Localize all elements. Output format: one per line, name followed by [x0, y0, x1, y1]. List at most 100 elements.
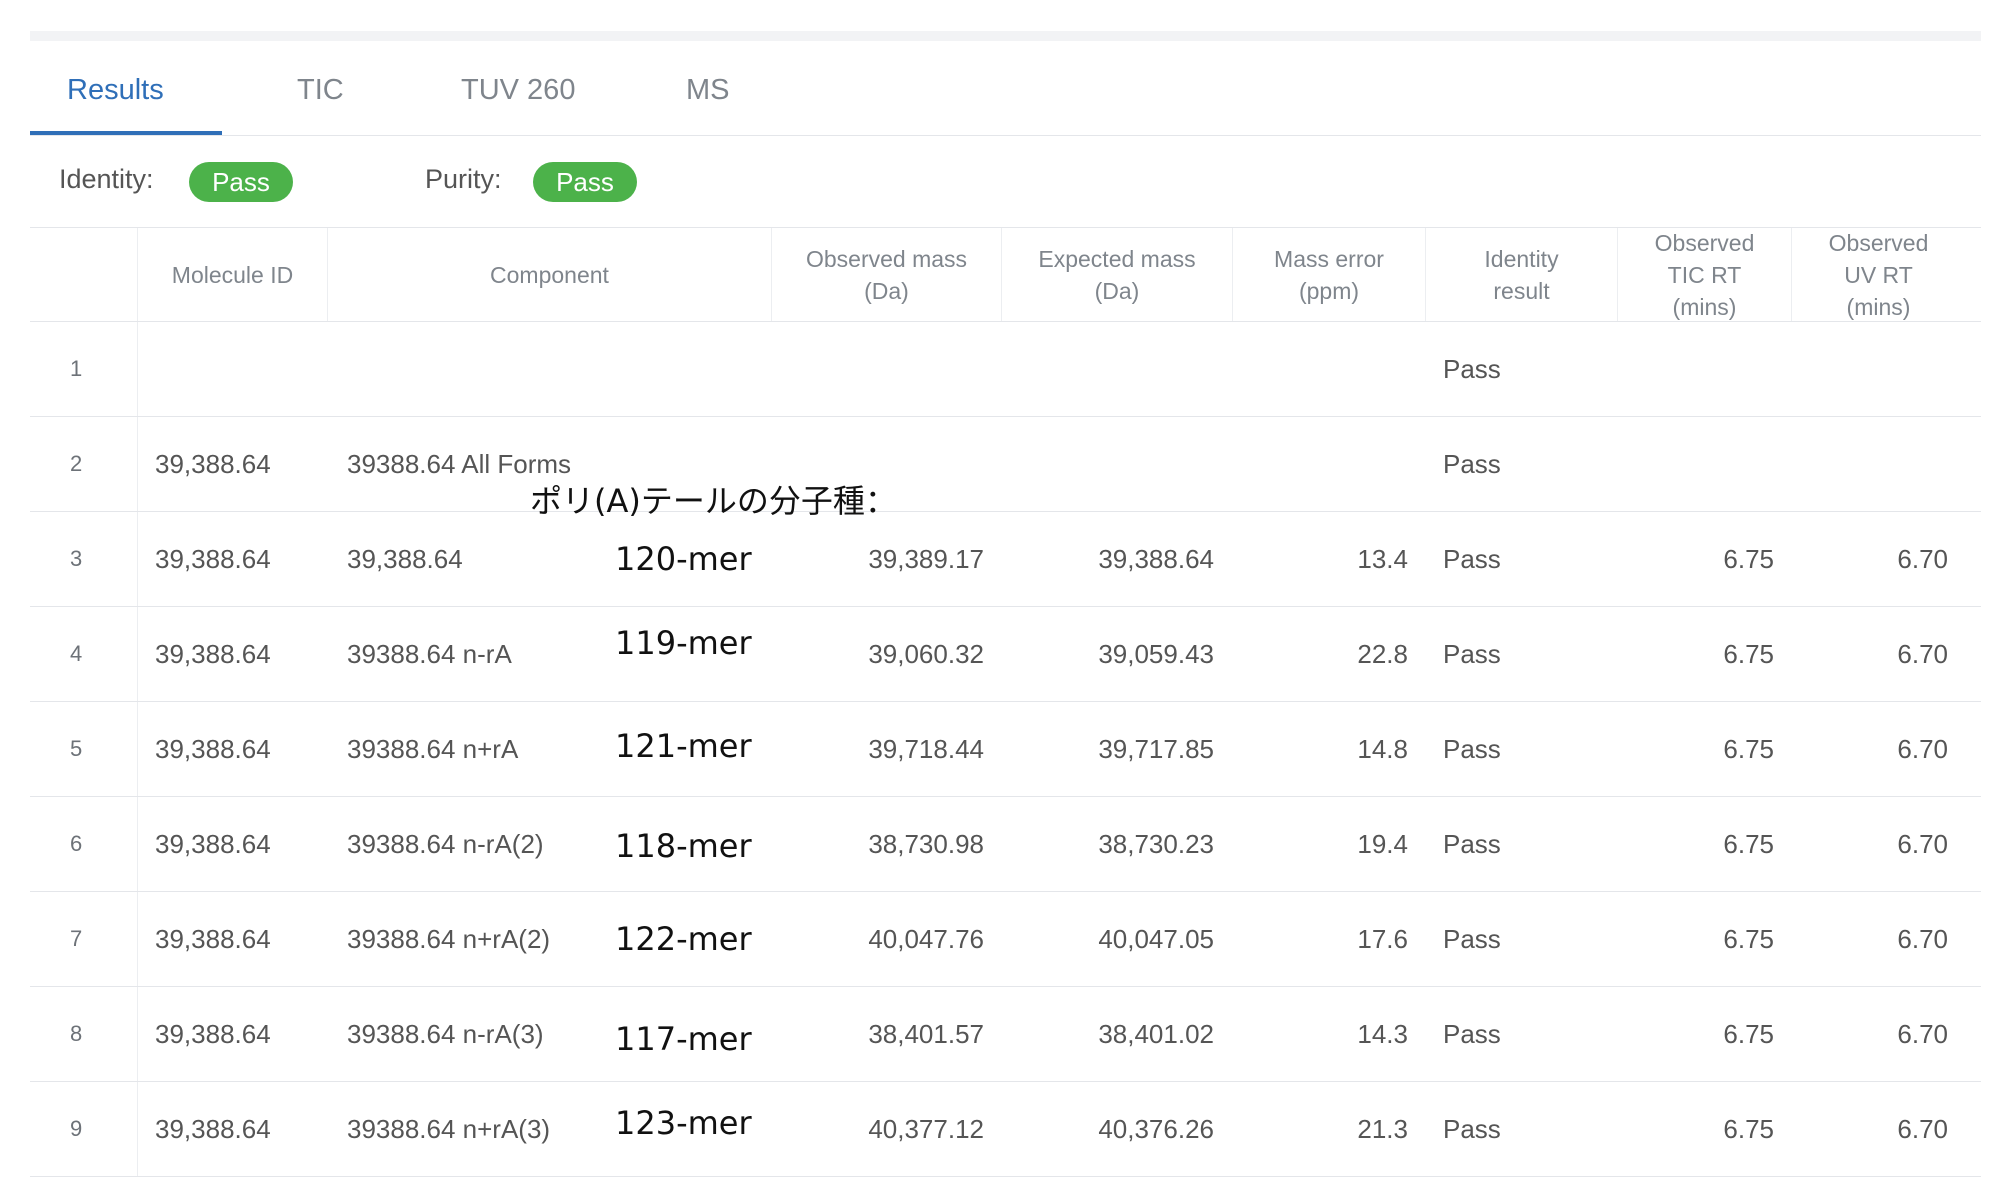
cell-identity: Pass	[1443, 1019, 1501, 1049]
tab-results[interactable]: Results	[67, 57, 164, 135]
identity-status-badge: Pass	[189, 162, 293, 202]
cell-uv-rt: 6.70	[1897, 734, 1948, 764]
cell-mass-error	[1232, 322, 1408, 416]
header-identity-result[interactable]: Identity result	[1425, 228, 1617, 321]
cell-uv-rt: 6.70	[1897, 544, 1948, 574]
table-row[interactable]: 2 39,388.64 39388.64 All Forms Pass	[30, 417, 1981, 512]
cell-mass-error: 14.3	[1357, 1019, 1408, 1049]
cell-uv-rt: 6.70	[1897, 924, 1948, 954]
cell-mass-error: 22.8	[1357, 639, 1408, 669]
cell-observed-mass: 38,730.98	[868, 829, 984, 859]
row-divider	[137, 322, 138, 416]
cell-observed-mass	[771, 322, 984, 416]
cell-mass-error: 13.4	[1357, 544, 1408, 574]
cell-index: 7	[70, 926, 83, 951]
cell-observed-mass: 39,060.32	[868, 639, 984, 669]
cell-index: 8	[70, 1021, 83, 1046]
cell-component: 39388.64 n+rA	[347, 734, 519, 764]
cell-identity: Pass	[1443, 544, 1501, 574]
tab-ms[interactable]: MS	[686, 57, 730, 135]
cell-identity: Pass	[1443, 449, 1501, 479]
table-row[interactable]: 6 39,388.64 39388.64 n-rA(2) 38,730.98 38,73…	[30, 797, 1981, 892]
cell-identity: Pass	[1443, 354, 1501, 384]
cell-tic-rt: 6.75	[1723, 639, 1774, 669]
header-expected-mass[interactable]: Expected mass (Da)	[1001, 228, 1232, 321]
cell-observed-mass: 39,718.44	[868, 734, 984, 764]
header-tic-rt[interactable]: Observed TIC RT (mins)	[1617, 228, 1791, 321]
cell-molecule-id: 39,388.64	[155, 734, 271, 764]
cell-uv-rt: 6.70	[1897, 829, 1948, 859]
cell-identity: Pass	[1443, 1114, 1501, 1144]
cell-expected-mass: 40,376.26	[1098, 1114, 1214, 1144]
cell-tic-rt: 6.75	[1723, 924, 1774, 954]
cell-index: 3	[70, 546, 83, 571]
cell-molecule-id: 39,388.64	[155, 544, 271, 574]
table-row[interactable]: 7 39,388.64 39388.64 n+rA(2) 40,047.76 40,04…	[30, 892, 1981, 987]
cell-expected-mass: 39,388.64	[1098, 544, 1214, 574]
table-row[interactable]: 3 39,388.64 39,388.64 39,389.17 39,388.64 13.…	[30, 512, 1981, 607]
cell-component: 39,388.64	[347, 544, 463, 574]
cell-mass-error: 19.4	[1357, 829, 1408, 859]
cell-observed-mass: 40,047.76	[868, 924, 984, 954]
poly-a-caption: ポリ(A)テールの分子種：	[530, 482, 897, 520]
cell-index: 9	[70, 1116, 83, 1141]
cell-expected-mass	[1001, 417, 1214, 511]
cell-index: 4	[70, 641, 83, 666]
cell-molecule-id: 39,388.64	[155, 449, 271, 479]
cell-expected-mass: 38,730.23	[1098, 829, 1214, 859]
mer-label: 121-mer	[615, 727, 752, 765]
cell-mass-error: 14.8	[1357, 734, 1408, 764]
cell-mass-error: 21.3	[1357, 1114, 1408, 1144]
cell-expected-mass: 39,059.43	[1098, 639, 1214, 669]
cell-index: 1	[70, 356, 83, 381]
cell-uv-rt: 6.70	[1897, 1019, 1948, 1049]
row-divider	[137, 607, 138, 701]
cell-component: 39388.64 n-rA	[347, 639, 512, 669]
cell-expected-mass: 38,401.02	[1098, 1019, 1214, 1049]
results-table: Molecule ID Component Observed mass (Da)…	[30, 227, 1981, 1177]
row-divider	[137, 797, 138, 891]
cell-component: 39388.64 n-rA(2)	[347, 829, 544, 859]
table-body: 1 Pass 2 39,388.64 39388.64 All Forms Pass 3 39…	[30, 322, 1981, 1177]
cell-identity: Pass	[1443, 924, 1501, 954]
cell-observed-mass: 40,377.12	[868, 1114, 984, 1144]
cell-component: 39388.64 n+rA(2)	[347, 924, 551, 954]
table-row[interactable]: 5 39,388.64 39388.64 n+rA 39,718.44 39,717.8…	[30, 702, 1981, 797]
cell-identity: Pass	[1443, 734, 1501, 764]
cell-tic-rt	[1617, 417, 1774, 511]
cell-tic-rt: 6.75	[1723, 829, 1774, 859]
tab-tic[interactable]: TIC	[297, 57, 344, 135]
header-observed-mass[interactable]: Observed mass (Da)	[771, 228, 1001, 321]
table-row[interactable]: 9 39,388.64 39388.64 n+rA(3) 40,377.12 40,37…	[30, 1082, 1981, 1177]
cell-observed-mass: 38,401.57	[868, 1019, 984, 1049]
cell-expected-mass	[1001, 322, 1214, 416]
row-divider	[137, 702, 138, 796]
cell-molecule-id: 39,388.64	[155, 639, 271, 669]
header-uv-rt[interactable]: Observed UV RT (mins)	[1791, 228, 1965, 321]
tab-bar: Results TIC TUV 260 MS	[30, 57, 1981, 136]
row-divider	[137, 512, 138, 606]
cell-uv-rt	[1791, 417, 1948, 511]
mer-label: 117-mer	[615, 1020, 752, 1058]
cell-mass-error	[1232, 417, 1408, 511]
table-row[interactable]: 4 39,388.64 39388.64 n-rA 39,060.32 39,059.4…	[30, 607, 1981, 702]
cell-molecule-id: 39,388.64	[155, 1019, 271, 1049]
tab-tuv-260[interactable]: TUV 260	[461, 57, 575, 135]
cell-component	[347, 322, 647, 416]
header-molecule-id[interactable]: Molecule ID	[137, 228, 327, 321]
cell-tic-rt: 6.75	[1723, 734, 1774, 764]
row-divider	[137, 892, 138, 986]
cell-tic-rt: 6.75	[1723, 1114, 1774, 1144]
mer-label: 123-mer	[615, 1104, 752, 1142]
table-header: Molecule ID Component Observed mass (Da)…	[30, 227, 1981, 322]
active-tab-indicator	[30, 131, 222, 135]
header-component[interactable]: Component	[327, 228, 771, 321]
cell-identity: Pass	[1443, 639, 1501, 669]
table-row[interactable]: 1 Pass	[30, 322, 1981, 417]
purity-status-badge: Pass	[533, 162, 637, 202]
row-divider	[137, 417, 138, 511]
cell-component: 39388.64 n-rA(3)	[347, 1019, 544, 1049]
row-divider	[137, 987, 138, 1081]
header-mass-error[interactable]: Mass error (ppm)	[1232, 228, 1425, 321]
table-row[interactable]: 8 39,388.64 39388.64 n-rA(3) 38,401.57 38,40…	[30, 987, 1981, 1082]
